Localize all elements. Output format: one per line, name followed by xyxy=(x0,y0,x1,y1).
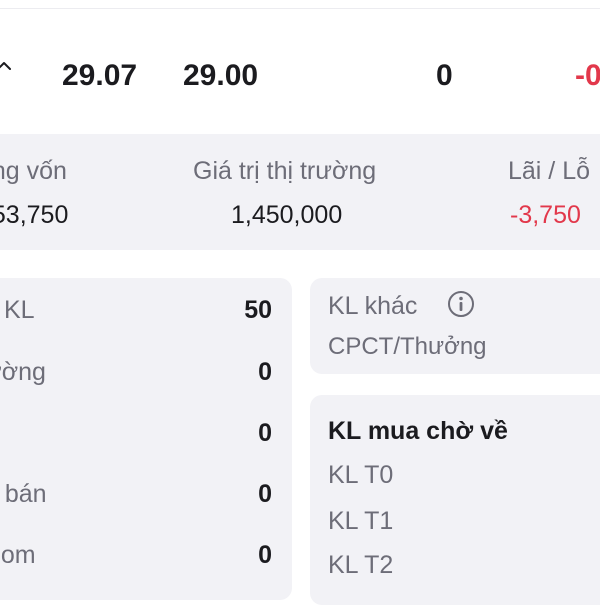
portfolio-summary-card: ổng vốn 453,750 Giá trị thị trường 1,450… xyxy=(0,134,600,250)
quantity-row-label: ường xyxy=(0,358,46,386)
quantity-row: KL 50 xyxy=(0,290,292,330)
quantity-row-value: 50 xyxy=(244,296,272,324)
pending-buy-item: KL T1 xyxy=(328,507,394,535)
market-value-label: Giá trị thị trường xyxy=(193,157,377,185)
other-quantity-card: KL khác CPCT/Thưởng xyxy=(310,278,600,374)
price-value-3: 0 xyxy=(436,59,453,92)
pnl-label: Lãi / Lỗ xyxy=(508,157,591,185)
chevron-up-icon[interactable] xyxy=(0,58,12,74)
other-quantity-subtitle: CPCT/Thưởng xyxy=(328,333,487,360)
quantity-row-value: 0 xyxy=(258,358,272,386)
pending-buy-title: KL mua chờ về xyxy=(328,417,508,445)
price-change-value: -0 xyxy=(575,59,600,92)
capital-value: 453,750 xyxy=(0,201,69,229)
quantity-row: S 0 xyxy=(0,413,292,453)
quantity-row-label: KL xyxy=(4,296,35,324)
top-divider xyxy=(0,8,600,9)
pending-buy-item: KL T2 xyxy=(328,551,394,579)
quantity-row-value: 0 xyxy=(258,480,272,508)
price-row: 29.07 29.00 0 -0 xyxy=(0,40,600,112)
quantity-row-label: ể bán xyxy=(0,480,47,508)
pending-buy-item: KL T0 xyxy=(328,461,394,489)
quantity-row: ường 0 xyxy=(0,352,292,392)
other-quantity-title: KL khác xyxy=(328,292,418,320)
quantity-row: oom 0 xyxy=(0,535,292,575)
quantity-row-value: 0 xyxy=(258,541,272,569)
quantity-row: ể bán 0 xyxy=(0,474,292,514)
price-value-2: 29.00 xyxy=(183,59,259,92)
info-icon[interactable] xyxy=(447,290,475,318)
price-value-1: 29.07 xyxy=(62,59,138,92)
pnl-value: -3,750 xyxy=(510,201,581,229)
market-value-value: 1,450,000 xyxy=(231,201,343,229)
quantity-row-label: oom xyxy=(0,541,36,569)
quantity-row-value: 0 xyxy=(258,419,272,447)
capital-label: ổng vốn xyxy=(0,157,67,185)
quantity-card: KL 50 ường 0 S 0 ể bán 0 oom 0 xyxy=(0,278,292,600)
pending-buy-card: KL mua chờ về KL T0 KL T1 KL T2 xyxy=(310,395,600,605)
